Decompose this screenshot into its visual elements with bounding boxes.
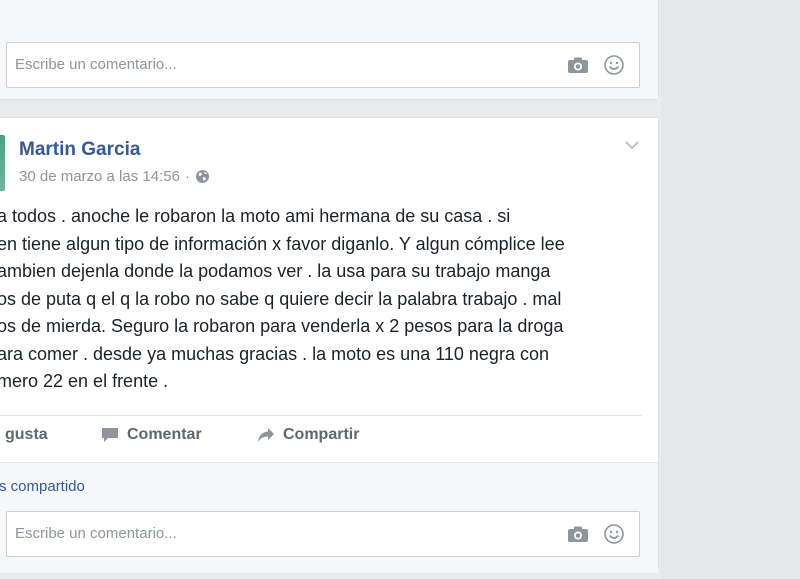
comment-placeholder: Escribe un comentario... [15,56,177,73]
comment-icon [102,428,118,442]
chevron-down-icon[interactable] [624,140,640,150]
comment-input[interactable]: Escribe un comentario... [6,511,640,557]
camera-icon[interactable] [567,526,589,543]
previous-post-card: Escribe un comentario... [0,0,659,100]
post-text-line: a todos . anoche le robaron la moto ami … [0,206,511,226]
shares-link[interactable]: s compartido [0,478,85,495]
comment-label: Comentar [127,426,202,443]
post-meta: 30 de marzo a las 14:56 · [19,168,210,185]
post-text-line: ambien dejenla donde la podamos ver . la… [0,261,551,281]
smiley-icon[interactable] [603,523,625,545]
meta-separator: · [184,168,190,185]
post-text: a todos . anoche le robaron la moto ami … [0,203,657,396]
share-arrow-icon [258,428,274,442]
post-text-line: os de puta q el q la robo no sabe q quie… [0,288,562,309]
comment-button[interactable]: Comentar [101,426,202,444]
post-text-line: ara comer . desde ya muchas gracias . la… [0,343,549,364]
comment-input[interactable]: Escribe un comentario... [6,42,640,88]
post-timestamp[interactable]: 30 de marzo a las 14:56 [19,168,180,185]
share-label: Compartir [283,426,360,443]
post-text-line: os de mierda. Seguro la robaron para ven… [0,316,564,336]
like-button[interactable]: gusta [5,426,48,444]
camera-icon[interactable] [567,57,589,74]
post-card: Martin Garcia 30 de marzo a las 14:56 · … [0,117,659,573]
right-sidebar [661,0,800,579]
comment-placeholder: Escribe un comentario... [15,525,177,542]
comment-area: s compartido Escribe un comentario... [0,462,658,573]
post-author[interactable]: Martin Garcia [19,139,140,161]
comment-area: Escribe un comentario... [0,0,658,99]
share-button[interactable]: Compartir [257,426,359,444]
globe-icon[interactable] [195,169,210,184]
like-label: gusta [5,426,48,443]
post-actions: gusta Comentar Compartir [0,415,658,459]
smiley-icon[interactable] [603,54,625,76]
avatar[interactable] [0,135,5,191]
post-text-line: en tiene algun tipo de información x fav… [0,233,565,254]
post-text-line: mero 22 en el frente . [0,371,169,391]
